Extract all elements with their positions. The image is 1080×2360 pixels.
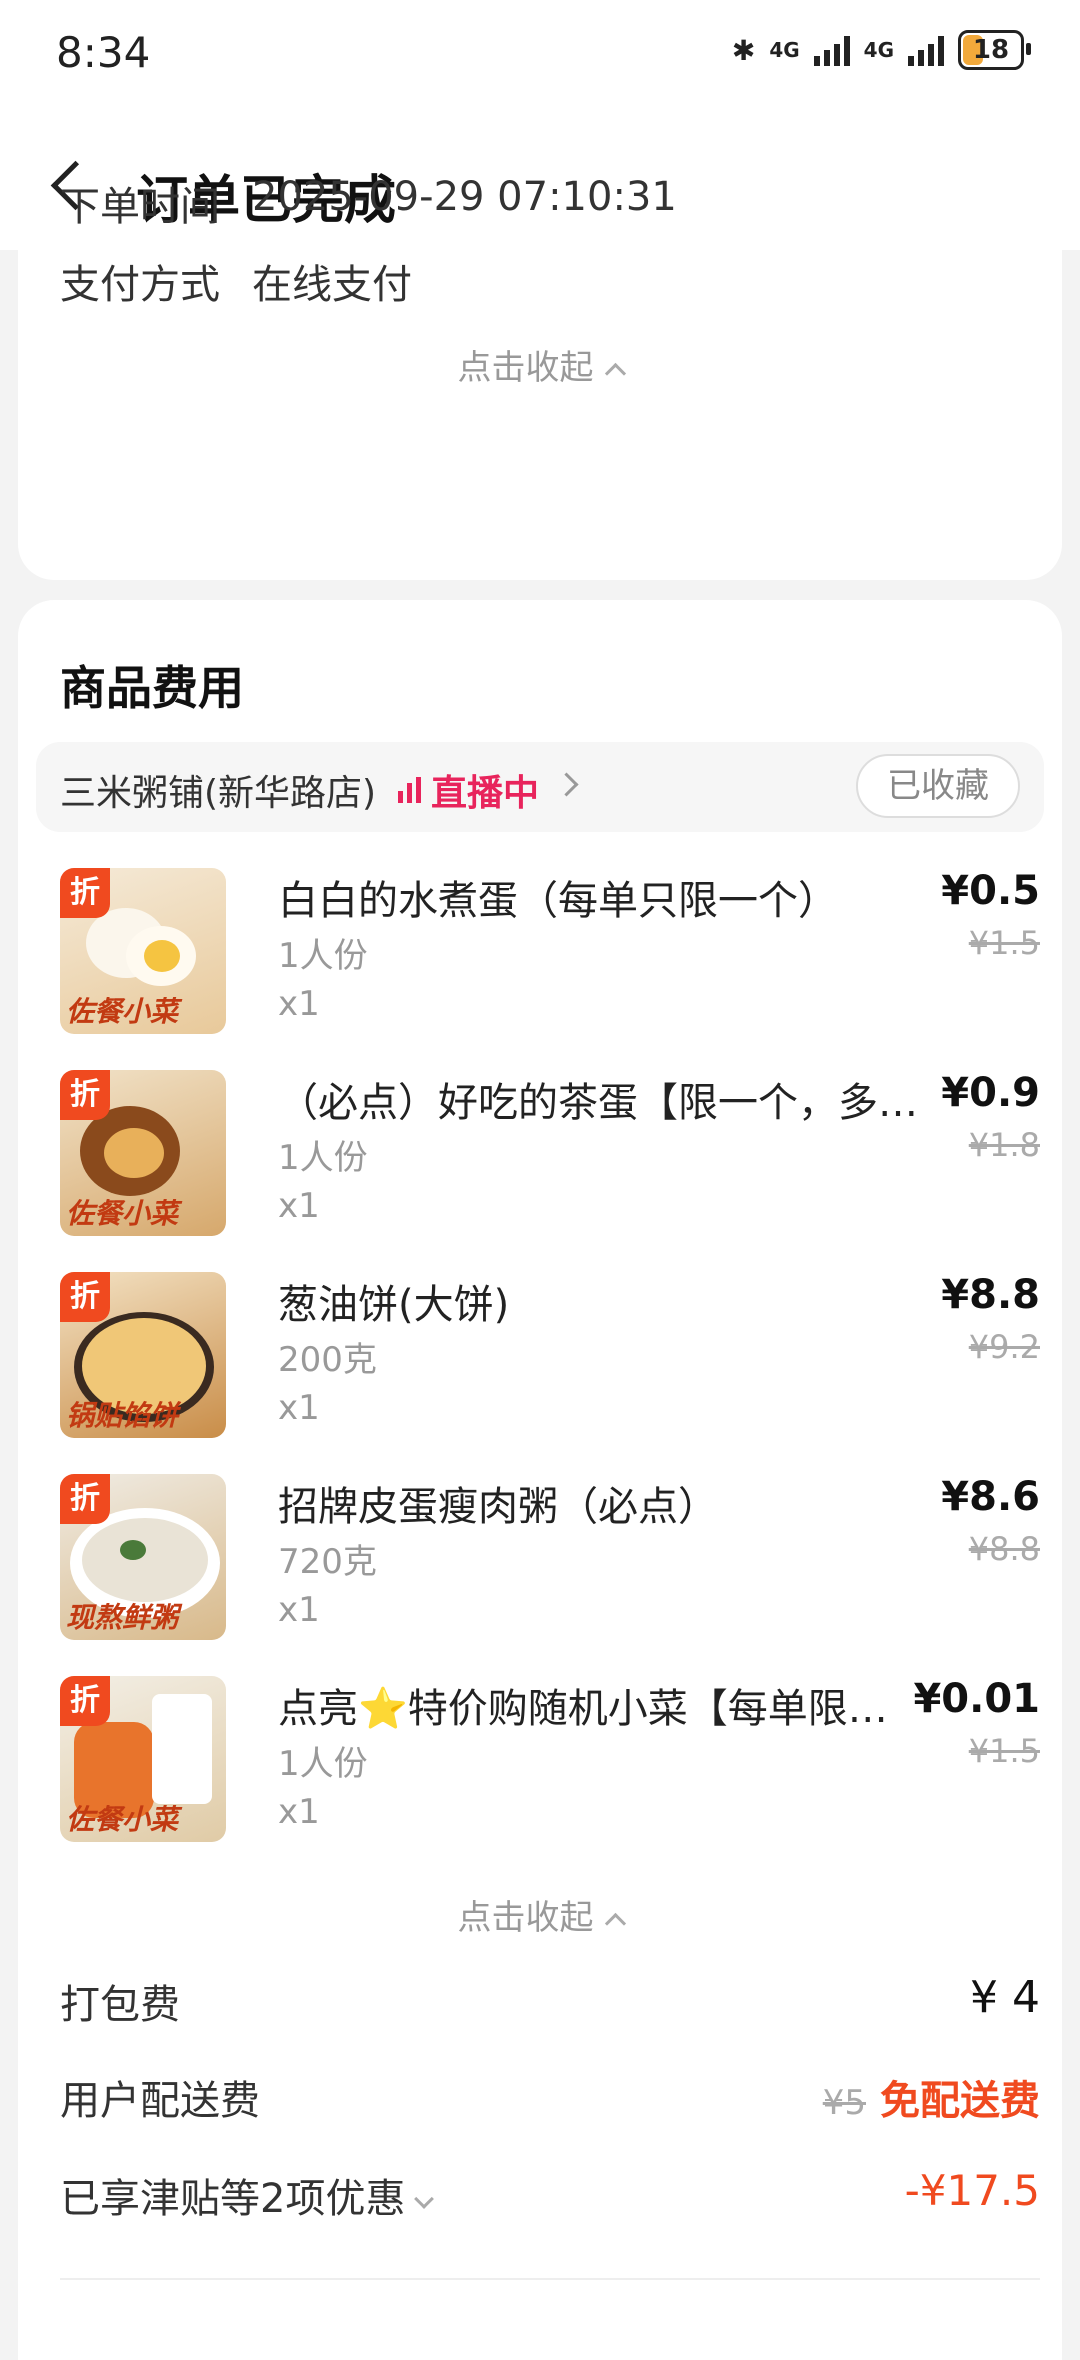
discount-value: -¥17.5	[904, 2166, 1040, 2215]
food-thumbnail: 折 佐餐小菜	[60, 868, 226, 1034]
delivery-fee-value: 免配送费	[880, 2078, 1040, 2124]
list-item[interactable]: 折 锅贴馅饼 葱油饼(大饼) 200克 x1 ¥8.8 ¥9.2	[60, 1272, 1040, 1442]
signal-icon-2	[908, 34, 944, 66]
goods-card: 商品费用 三米粥铺(新华路店) 直播中 已收藏 折 佐餐小菜 白白的水煮蛋（每单…	[18, 600, 1062, 2360]
item-name: 白白的水煮蛋（每单只限一个）	[278, 878, 838, 924]
item-spec: 1人份	[278, 1744, 368, 1784]
item-original-price: ¥8.8	[968, 1530, 1040, 1568]
item-qty: x1	[278, 1792, 320, 1832]
packing-fee-row: 打包费 ¥ 4	[60, 1972, 1040, 2030]
bluetooth-icon: ✱	[731, 33, 756, 67]
item-name: 葱油饼(大饼)	[278, 1282, 510, 1328]
discount-badge: 折	[60, 1676, 110, 1726]
discount-badge: 折	[60, 1272, 110, 1322]
item-price: ¥0.01	[913, 1676, 1040, 1722]
item-spec: 1人份	[278, 936, 368, 976]
list-item[interactable]: 折 佐餐小菜 点亮⭐特价购随机小菜【每单限… 1人份 x1 ¥0.01 ¥1.5	[60, 1676, 1040, 1846]
order-time-value: 2025-09-29 07:10:31	[252, 174, 677, 220]
item-spec: 1人份	[278, 1138, 368, 1178]
status-icons: ✱ 4G 4G 18	[731, 30, 1031, 70]
item-qty: x1	[278, 1590, 320, 1630]
network-label-2: 4G	[863, 38, 894, 62]
item-qty: x1	[278, 1186, 320, 1226]
delivery-fee-row: 用户配送费 ¥5 免配送费	[60, 2068, 1040, 2126]
delivery-fee-values: ¥5 免配送费	[823, 2068, 1040, 2126]
pay-method-value: 在线支付	[252, 262, 412, 308]
collapse-toggle[interactable]: 点击收起	[18, 340, 1062, 389]
network-label-1: 4G	[769, 38, 800, 62]
packing-fee-value: ¥ 4	[970, 1972, 1040, 2023]
item-name: 点亮⭐特价购随机小菜【每单限…	[278, 1686, 888, 1732]
item-original-price: ¥1.8	[968, 1126, 1040, 1164]
item-spec: 200克	[278, 1340, 377, 1380]
discount-badge: 折	[60, 868, 110, 918]
thumb-caption: 佐餐小菜	[66, 995, 179, 1028]
delivery-fee-label: 用户配送费	[60, 2078, 260, 2124]
signal-icon	[813, 34, 850, 66]
items-collapse-toggle[interactable]: 点击收起	[18, 1890, 1062, 1939]
discount-label: 已享津贴等2项优惠	[60, 2176, 406, 2222]
item-price: ¥0.5	[941, 868, 1040, 914]
discount-badge: 折	[60, 1474, 110, 1524]
chevron-right-icon	[554, 772, 579, 797]
item-price: ¥8.8	[941, 1272, 1040, 1318]
food-thumbnail: 折 佐餐小菜	[60, 1676, 226, 1842]
divider	[60, 2278, 1040, 2280]
thumb-caption: 佐餐小菜	[66, 1197, 179, 1230]
packing-fee-label: 打包费	[60, 1982, 180, 2028]
item-qty: x1	[278, 984, 320, 1024]
chevron-up-icon	[604, 362, 626, 385]
item-original-price: ¥1.5	[968, 1732, 1040, 1770]
item-name: （必点）好吃的茶蛋【限一个，多…	[278, 1080, 918, 1126]
list-item[interactable]: 折 佐餐小菜 白白的水煮蛋（每单只限一个） 1人份 x1 ¥0.5 ¥1.5	[60, 868, 1040, 1038]
shop-name[interactable]: 三米粥铺(新华路店)	[60, 764, 376, 816]
item-price: ¥0.9	[941, 1070, 1040, 1116]
thumb-caption: 现熬鲜粥	[66, 1601, 179, 1634]
list-item[interactable]: 折 现熬鲜粥 招牌皮蛋瘦肉粥（必点） 720克 x1 ¥8.6 ¥8.8	[60, 1474, 1040, 1644]
status-bar: 8:34 ✱ 4G 4G 18	[0, 0, 1080, 110]
order-time-label: 下单时间	[60, 184, 220, 230]
item-price: ¥8.6	[941, 1474, 1040, 1520]
pay-method-row: 支付方式 在线支付	[60, 252, 412, 310]
live-icon	[398, 777, 421, 803]
battery-icon: 18	[958, 30, 1031, 70]
live-status[interactable]: 直播中	[398, 764, 539, 816]
discount-row[interactable]: 已享津贴等2项优惠 -¥17.5	[60, 2166, 1040, 2224]
collapse-label: 点击收起	[457, 1898, 594, 1938]
food-thumbnail: 折 现熬鲜粥	[60, 1474, 226, 1640]
item-name: 招牌皮蛋瘦肉粥（必点）	[278, 1484, 718, 1530]
discount-badge: 折	[60, 1070, 110, 1120]
section-title: 商品费用	[60, 661, 244, 715]
food-thumbnail: 折 佐餐小菜	[60, 1070, 226, 1236]
item-original-price: ¥9.2	[968, 1328, 1040, 1366]
pay-method-label: 支付方式	[60, 262, 220, 308]
order-info-card: 下单时间 2025-09-29 07:10:31 支付方式 在线支付 点击收起	[18, 174, 1062, 580]
order-time-row: 下单时间 2025-09-29 07:10:31	[60, 174, 677, 232]
thumb-caption: 佐餐小菜	[66, 1803, 179, 1836]
collapse-label: 点击收起	[457, 348, 594, 388]
chevron-down-icon	[414, 2189, 435, 2209]
item-spec: 720克	[278, 1542, 377, 1582]
thumb-caption: 锅贴馅饼	[66, 1399, 179, 1432]
item-qty: x1	[278, 1388, 320, 1428]
list-item[interactable]: 折 佐餐小菜 （必点）好吃的茶蛋【限一个，多… 1人份 x1 ¥0.9 ¥1.8	[60, 1070, 1040, 1240]
food-thumbnail: 折 锅贴馅饼	[60, 1272, 226, 1438]
delivery-fee-original: ¥5	[822, 2083, 866, 2123]
chevron-up-icon	[604, 1912, 626, 1935]
item-original-price: ¥1.5	[968, 924, 1040, 962]
live-label: 直播中	[431, 773, 540, 814]
status-time: 8:34	[56, 28, 151, 77]
favorite-button[interactable]: 已收藏	[856, 754, 1020, 818]
shop-bar[interactable]: 三米粥铺(新华路店) 直播中 已收藏	[36, 742, 1044, 832]
